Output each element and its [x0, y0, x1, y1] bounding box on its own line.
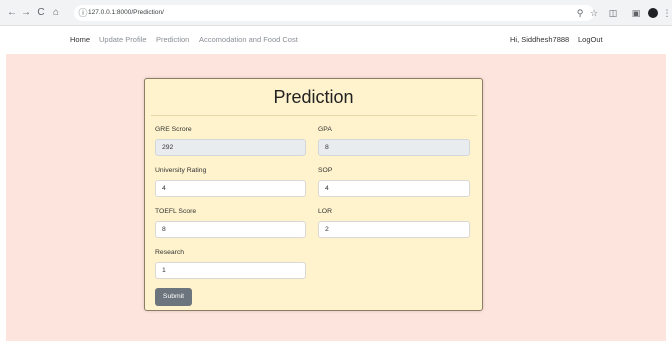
home-icon[interactable]: ⌂ [50, 7, 62, 19]
lor-input[interactable] [318, 221, 470, 238]
zoom-icon[interactable]: ⚲ [574, 7, 586, 19]
sidebar-icon[interactable]: ▣ [630, 7, 642, 19]
address-bar[interactable]: ⓘ 127.0.0.1:8000/Prediction/ [74, 5, 594, 21]
logout-link[interactable]: LogOut [578, 35, 603, 45]
gpa-input[interactable] [318, 139, 470, 156]
title-divider [151, 115, 477, 116]
browser-toolbar: ← → C ⌂ ⓘ 127.0.0.1:8000/Prediction/ ⚲ ☆… [0, 0, 672, 26]
back-arrow-icon[interactable]: ← [6, 7, 18, 19]
bookmark-star-icon[interactable]: ☆ [588, 7, 600, 19]
site-navbar: Home Update Profile Prediction Accomodat… [0, 27, 672, 54]
nav-link-update-profile[interactable]: Update Profile [99, 35, 147, 45]
nav-link-prediction[interactable]: Prediction [156, 35, 189, 45]
main-content: Prediction GRE Scrore GPA University Rat… [6, 54, 666, 341]
gre-score-label: GRE Scrore [155, 126, 192, 133]
research-input[interactable] [155, 262, 306, 279]
user-greeting: Hi, Siddhesh7888 [510, 35, 570, 44]
toefl-score-input[interactable] [155, 221, 306, 238]
university-rating-input[interactable] [155, 180, 306, 197]
profile-avatar-icon[interactable] [648, 8, 658, 18]
gpa-label: GPA [318, 126, 332, 133]
sop-input[interactable] [318, 180, 470, 197]
form-title: Prediction [273, 87, 354, 107]
lor-label: LOR [318, 208, 332, 215]
university-rating-label: University Rating [155, 167, 207, 174]
forward-arrow-icon[interactable]: → [20, 7, 32, 19]
address-url: 127.0.0.1:8000/Prediction/ [88, 9, 164, 16]
sop-label: SOP [318, 167, 333, 174]
extensions-icon[interactable]: ◫ [607, 7, 619, 19]
toefl-score-label: TOEFL Score [155, 208, 197, 215]
nav-link-accomodation-food-cost[interactable]: Accomodation and Food Cost [199, 35, 298, 45]
gre-score-input[interactable] [155, 139, 306, 156]
prediction-form-card: Prediction GRE Scrore GPA University Rat… [144, 78, 483, 311]
browser-menu-icon[interactable]: ⋮ [661, 7, 672, 19]
reload-icon[interactable]: C [35, 7, 47, 19]
research-label: Research [155, 249, 185, 256]
submit-button[interactable]: Submit [155, 288, 192, 306]
nav-link-home[interactable]: Home [70, 35, 90, 45]
